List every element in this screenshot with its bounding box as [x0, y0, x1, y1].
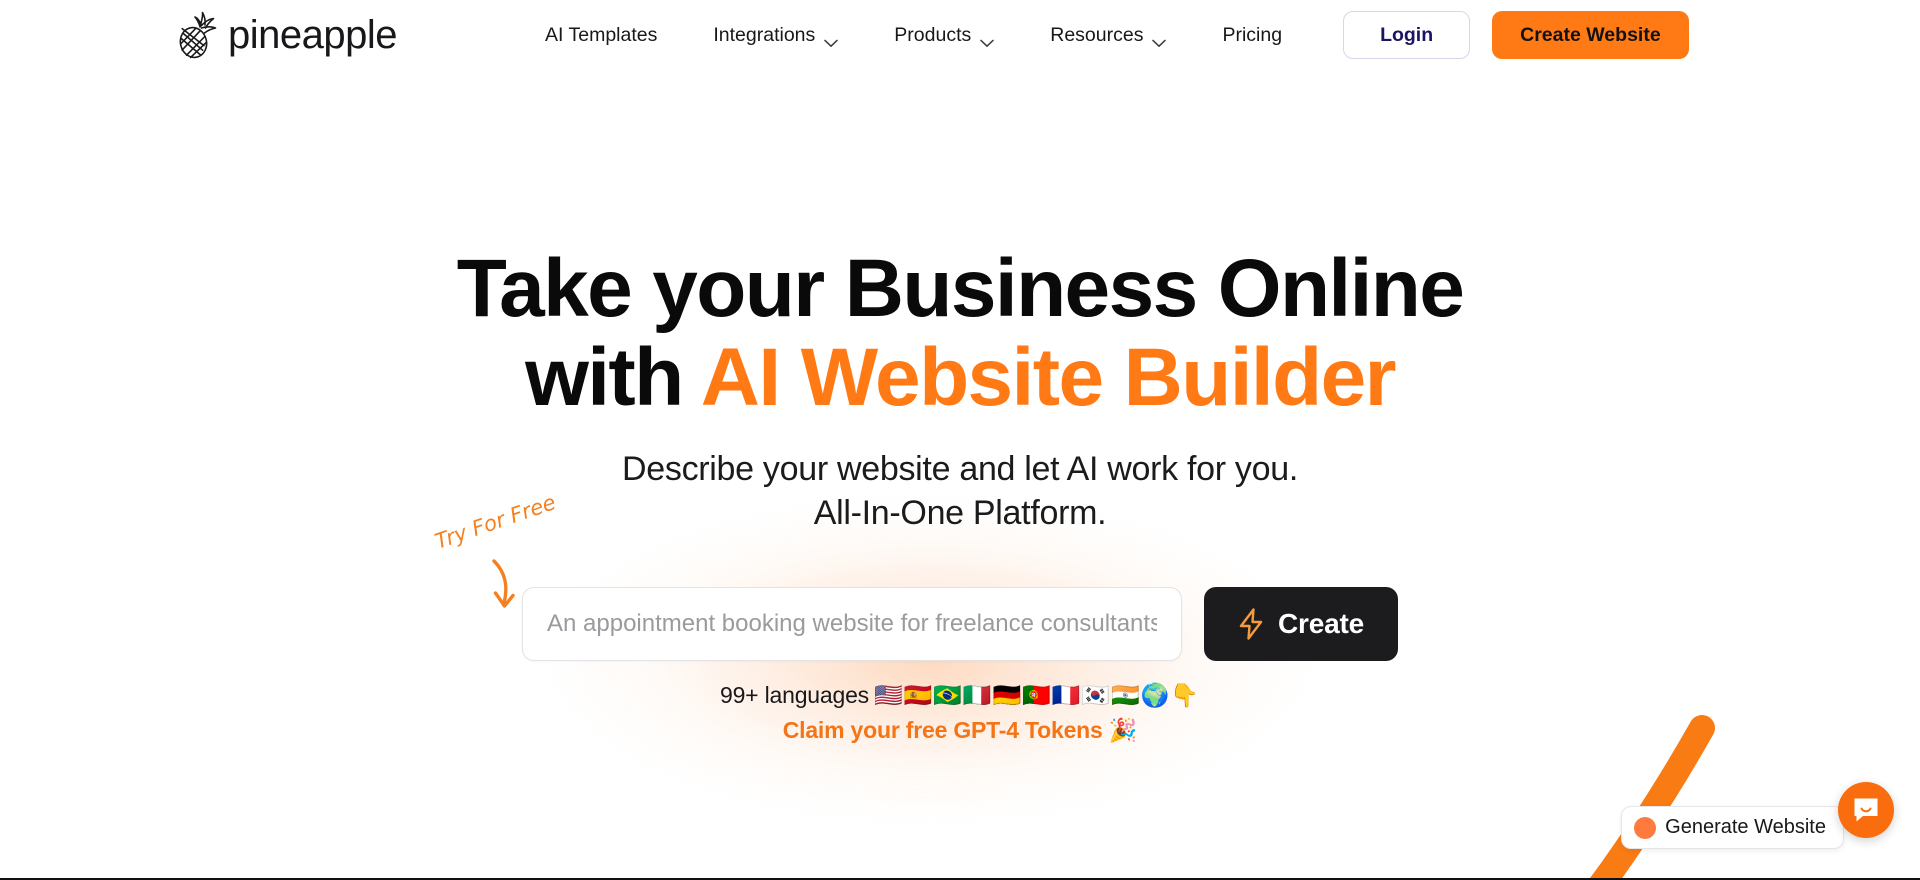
nav-label: Products	[894, 23, 972, 46]
headline-line-2-accent: AI Website Builder	[700, 331, 1397, 423]
page-title: Take your Business Online with AI Websit…	[0, 243, 1920, 423]
nav-label: AI Templates	[545, 23, 658, 46]
nav-label: Pricing	[1222, 23, 1283, 46]
languages-count-label: 99+ languages	[720, 682, 869, 709]
language-flags: 🇺🇸🇪🇸🇧🇷🇮🇹🇩🇪🇵🇹🇫🇷🇰🇷🇮🇳🌍👇	[873, 683, 1200, 710]
website-description-input[interactable]	[522, 587, 1183, 662]
hero-subtitle: Describe your website and let AI work fo…	[0, 448, 1920, 535]
subtitle-line-2: All-In-One Platform.	[813, 493, 1107, 532]
create-button-label: Create	[1278, 608, 1364, 640]
pineapple-icon	[176, 11, 218, 59]
nav-item-pricing[interactable]: Pricing	[1194, 16, 1310, 55]
generate-website-badge[interactable]: Generate Website	[1621, 806, 1844, 849]
chevron-down-icon	[1152, 31, 1167, 47]
header-actions: Login Create Website	[1343, 10, 1689, 60]
chevron-down-icon	[824, 31, 839, 47]
chat-bubble-icon	[1852, 796, 1880, 824]
hero-section: Take your Business Online with AI Websit…	[0, 70, 1920, 744]
nav-label: Resources	[1050, 23, 1144, 46]
site-header: pineapple AI Templates Integrations Prod…	[0, 0, 1920, 70]
pineapple-avatar-icon	[1634, 816, 1657, 839]
nav-item-products[interactable]: Products	[866, 16, 1022, 55]
nav-item-integrations[interactable]: Integrations	[685, 16, 866, 55]
create-website-button[interactable]: Create Website	[1492, 10, 1689, 60]
headline-line-1: Take your Business Online	[456, 243, 1465, 334]
brand-logo[interactable]: pineapple	[176, 11, 398, 59]
prompt-area: Try For Free Create	[0, 490, 1920, 662]
brand-name: pineapple	[228, 13, 398, 57]
chat-widget-button[interactable]	[1838, 782, 1894, 838]
nav-label: Integrations	[713, 23, 816, 46]
main-navigation: AI Templates Integrations Products Resou…	[517, 16, 1310, 55]
languages-line: 99+ languages 🇺🇸🇪🇸🇧🇷🇮🇹🇩🇪🇵🇹🇫🇷🇰🇷🇮🇳🌍👇	[0, 682, 1920, 709]
generate-website-label: Generate Website	[1665, 816, 1826, 838]
nav-item-ai-templates[interactable]: AI Templates	[517, 16, 685, 55]
chevron-down-icon	[980, 31, 994, 47]
claim-tokens-link[interactable]: Claim your free GPT-4 Tokens 🎉	[0, 717, 1920, 744]
lightning-bolt-icon	[1238, 608, 1264, 640]
headline-line-2-prefix: with	[525, 331, 701, 423]
nav-item-resources[interactable]: Resources	[1022, 16, 1194, 55]
create-button[interactable]: Create	[1204, 587, 1398, 662]
prompt-row: Create	[522, 587, 1398, 662]
login-button[interactable]: Login	[1343, 10, 1471, 60]
subtitle-line-1: Describe your website and let AI work fo…	[622, 450, 1298, 489]
